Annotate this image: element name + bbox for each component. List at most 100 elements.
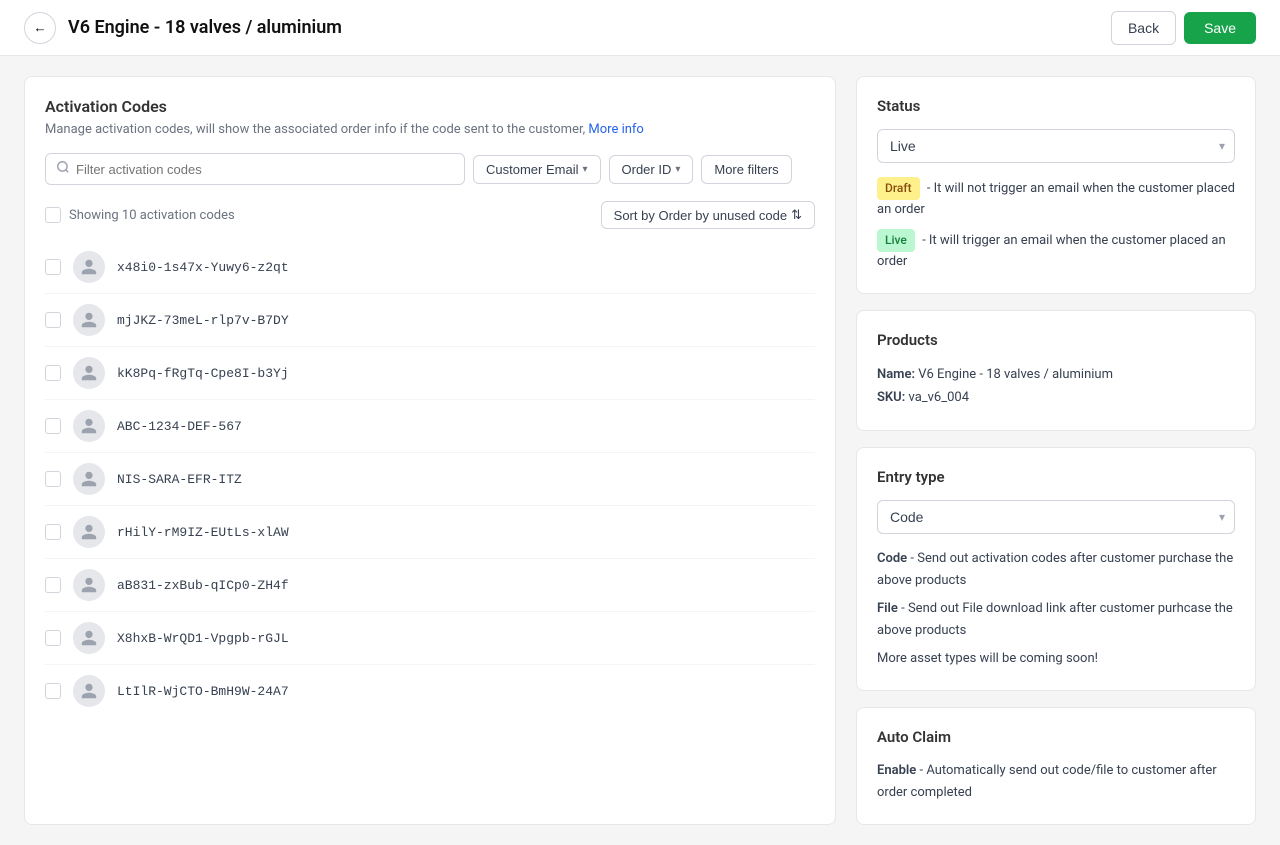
sort-button[interactable]: Sort by Order by unused code ⇅ <box>601 201 815 229</box>
product-sku-value: va_v6_004 <box>909 390 970 405</box>
list-item: X8hxB-WrQD1-Vpgpb-rGJL <box>45 612 815 665</box>
code-keyword: Code <box>877 551 907 566</box>
avatar <box>73 463 105 495</box>
status-card: Status LiveDraft ▾ Draft - It will not t… <box>856 76 1256 294</box>
more-filters-label: More filters <box>714 162 778 177</box>
back-arrow-button[interactable]: ← <box>24 12 56 44</box>
status-select-wrapper: LiveDraft ▾ <box>877 129 1235 163</box>
list-item: x48i0-1s47x-Yuwy6-z2qt <box>45 241 815 294</box>
avatar <box>73 410 105 442</box>
products-info: Name: V6 Engine - 18 valves / aluminium … <box>877 363 1235 410</box>
status-select[interactable]: LiveDraft <box>877 129 1235 163</box>
avatar <box>73 569 105 601</box>
showing-label: Showing 10 activation codes <box>69 208 235 223</box>
code-checkbox[interactable] <box>45 365 61 381</box>
avatar <box>73 622 105 654</box>
email-chevron-icon: ▾ <box>582 164 587 175</box>
live-badge: Live <box>877 229 915 252</box>
code-value: NIS-SARA-EFR-ITZ <box>117 472 242 487</box>
page-title: V6 Engine - 18 valves / aluminium <box>68 17 342 38</box>
product-name-label: Name: <box>877 367 915 382</box>
entry-type-select[interactable]: CodeFile <box>877 500 1235 534</box>
code-checkbox[interactable] <box>45 524 61 540</box>
filter-bar: Customer Email ▾ Order ID ▾ More filters <box>45 153 815 185</box>
code-list: x48i0-1s47x-Yuwy6-z2qt mjJKZ-73meL-rlp7v… <box>45 241 815 717</box>
code-value: x48i0-1s47x-Yuwy6-z2qt <box>117 260 289 275</box>
auto-claim-card-title: Auto Claim <box>877 728 1235 746</box>
file-keyword: File <box>877 601 898 616</box>
left-panel: Activation Codes Manage activation codes… <box>24 76 836 825</box>
customer-email-label: Customer Email <box>486 162 578 177</box>
code-checkbox[interactable] <box>45 312 61 328</box>
file-entry-desc: File - Send out File download link after… <box>877 598 1235 642</box>
product-sku: SKU: va_v6_004 <box>877 386 1235 409</box>
entry-type-card-title: Entry type <box>877 468 1235 486</box>
product-name: Name: V6 Engine - 18 valves / aluminium <box>877 363 1235 386</box>
main-layout: Activation Codes Manage activation codes… <box>0 56 1280 845</box>
draft-badge: Draft <box>877 177 920 200</box>
file-desc-text: - Send out File download link after cust… <box>877 601 1233 638</box>
order-id-filter[interactable]: Order ID ▾ <box>609 155 694 184</box>
list-meta-left: Showing 10 activation codes <box>45 207 235 223</box>
entry-type-select-wrapper: CodeFile ▾ <box>877 500 1235 534</box>
search-icon <box>56 160 70 178</box>
avatar <box>73 357 105 389</box>
code-value: ABC-1234-DEF-567 <box>117 419 242 434</box>
auto-claim-card: Auto Claim Enable - Automatically send o… <box>856 707 1256 825</box>
list-meta: Showing 10 activation codes Sort by Orde… <box>45 197 815 233</box>
products-card-title: Products <box>877 331 1235 349</box>
code-value: rHilY-rM9IZ-EUtLs-xlAW <box>117 525 289 540</box>
coming-soon-text: More asset types will be coming soon! <box>877 648 1235 670</box>
avatar <box>73 675 105 707</box>
entry-type-card: Entry type CodeFile ▾ Code - Send out ac… <box>856 447 1256 691</box>
draft-status-desc: - It will not trigger an email when the … <box>877 181 1235 217</box>
list-item: mjJKZ-73meL-rlp7v-B7DY <box>45 294 815 347</box>
code-checkbox[interactable] <box>45 471 61 487</box>
customer-email-filter[interactable]: Customer Email ▾ <box>473 155 601 184</box>
list-item: ABC-1234-DEF-567 <box>45 400 815 453</box>
code-checkbox[interactable] <box>45 577 61 593</box>
code-value: mjJKZ-73meL-rlp7v-B7DY <box>117 313 289 328</box>
draft-status-info: Draft - It will not trigger an email whe… <box>877 177 1235 221</box>
avatar <box>73 251 105 283</box>
section-title: Activation Codes <box>45 97 815 116</box>
live-status-info: Live - It will trigger an email when the… <box>877 229 1235 273</box>
auto-claim-desc: Enable - Automatically send out code/fil… <box>877 760 1235 804</box>
back-arrow-icon: ← <box>33 20 46 35</box>
list-item: LtIlR-WjCTO-BmH9W-24A7 <box>45 665 815 717</box>
list-item: rHilY-rM9IZ-EUtLs-xlAW <box>45 506 815 559</box>
save-button[interactable]: Save <box>1184 12 1256 44</box>
section-desc: Manage activation codes, will show the a… <box>45 122 815 137</box>
order-chevron-icon: ▾ <box>675 164 680 175</box>
sort-icon: ⇅ <box>791 207 802 223</box>
code-desc-text: - Send out activation codes after custom… <box>877 551 1233 588</box>
right-panel: Status LiveDraft ▾ Draft - It will not t… <box>856 76 1256 825</box>
code-checkbox[interactable] <box>45 259 61 275</box>
enable-desc-text: - Automatically send out code/file to cu… <box>877 763 1217 800</box>
enable-keyword: Enable <box>877 763 916 778</box>
avatar <box>73 516 105 548</box>
avatar <box>73 304 105 336</box>
select-all-checkbox[interactable] <box>45 207 61 223</box>
product-sku-label: SKU: <box>877 390 905 405</box>
more-info-link[interactable]: More info <box>588 122 643 137</box>
top-bar-left: ← V6 Engine - 18 valves / aluminium <box>24 12 342 44</box>
top-bar-right: Back Save <box>1111 11 1256 45</box>
sort-label: Sort by Order by unused code <box>614 208 787 223</box>
back-button[interactable]: Back <box>1111 11 1176 45</box>
code-value: X8hxB-WrQD1-Vpgpb-rGJL <box>117 631 289 646</box>
live-status-desc: - It will trigger an email when the cust… <box>877 233 1226 269</box>
order-id-label: Order ID <box>622 162 672 177</box>
list-item: aB831-zxBub-qICp0-ZH4f <box>45 559 815 612</box>
list-item: NIS-SARA-EFR-ITZ <box>45 453 815 506</box>
code-checkbox[interactable] <box>45 683 61 699</box>
code-checkbox[interactable] <box>45 418 61 434</box>
search-input[interactable] <box>76 162 454 177</box>
top-bar: ← V6 Engine - 18 valves / aluminium Back… <box>0 0 1280 56</box>
code-checkbox[interactable] <box>45 630 61 646</box>
products-card: Products Name: V6 Engine - 18 valves / a… <box>856 310 1256 431</box>
code-value: LtIlR-WjCTO-BmH9W-24A7 <box>117 684 289 699</box>
code-entry-desc: Code - Send out activation codes after c… <box>877 548 1235 592</box>
list-item: kK8Pq-fRgTq-Cpe8I-b3Yj <box>45 347 815 400</box>
more-filters-button[interactable]: More filters <box>701 155 791 184</box>
